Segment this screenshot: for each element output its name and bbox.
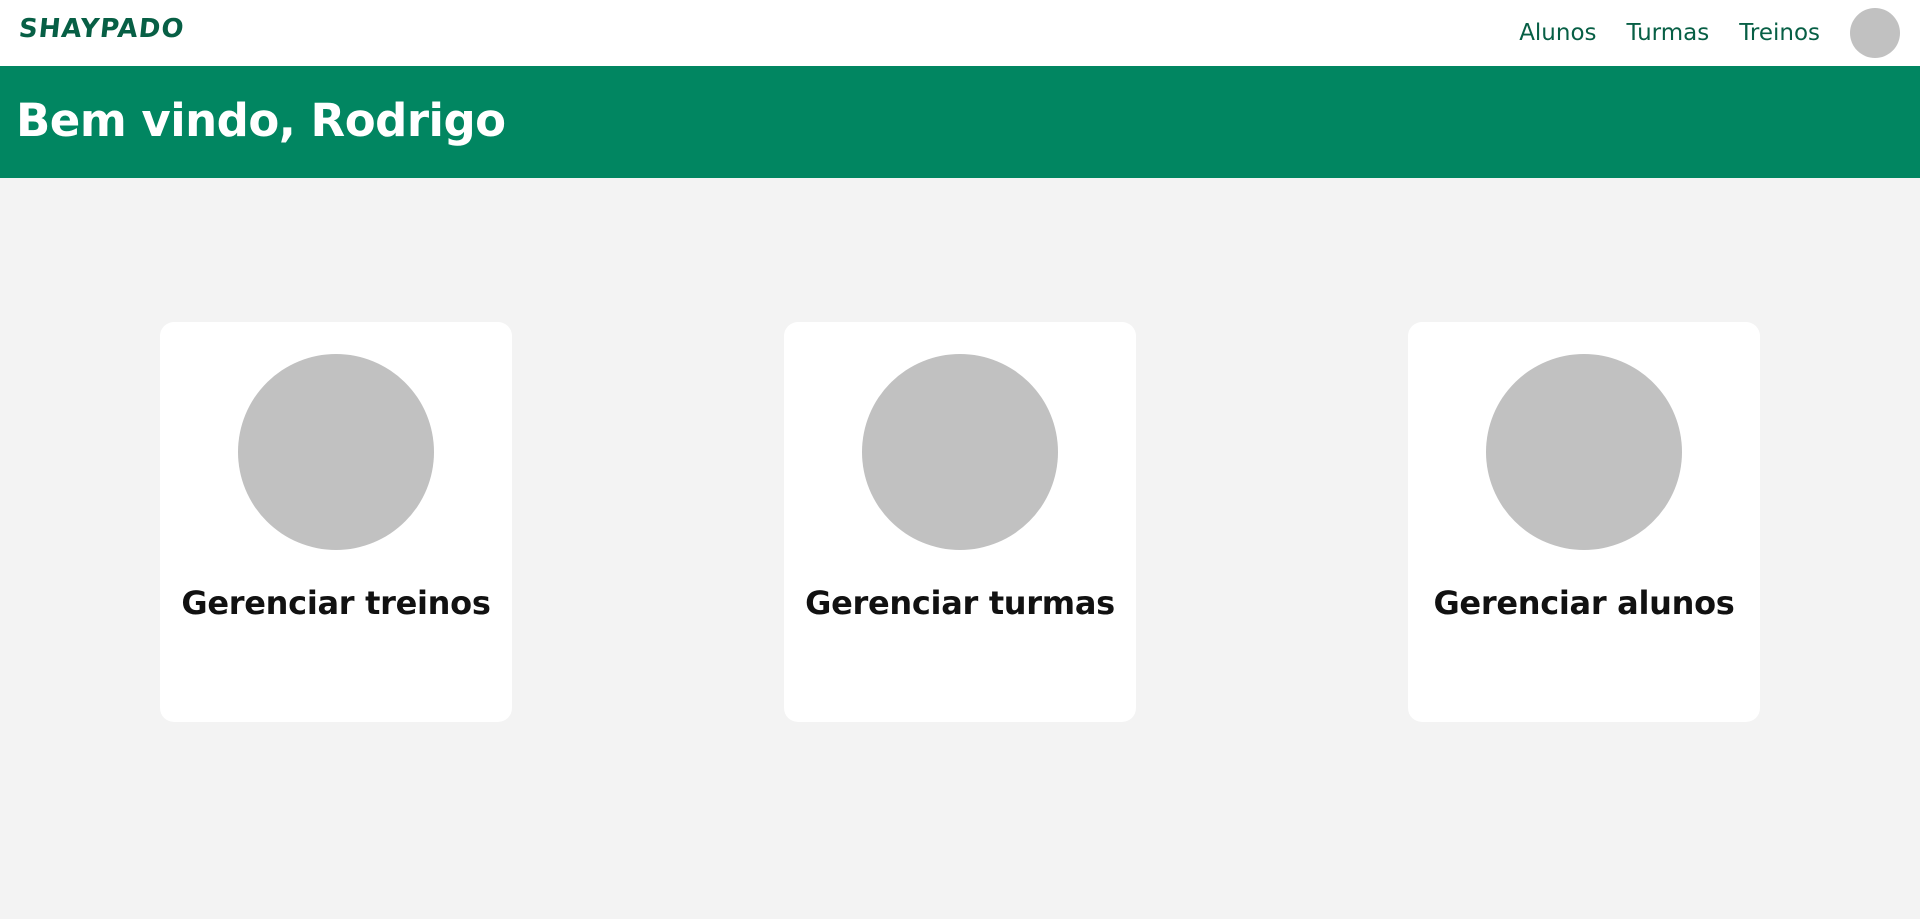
image-placeholder-icon: [1486, 354, 1682, 550]
page-title: Bem vindo, Rodrigo: [16, 94, 506, 147]
nav-link-alunos[interactable]: Alunos: [1519, 20, 1596, 46]
welcome-banner: Bem vindo, Rodrigo: [0, 66, 1920, 178]
logo[interactable]: SHAYPADO: [17, 14, 186, 44]
card-manage-students[interactable]: Gerenciar alunos: [1408, 322, 1760, 722]
user-avatar-icon[interactable]: [1850, 8, 1900, 58]
card-manage-classes[interactable]: Gerenciar turmas: [784, 322, 1136, 722]
nav-link-treinos[interactable]: Treinos: [1739, 20, 1820, 46]
main-nav: Alunos Turmas Treinos: [1519, 0, 1920, 66]
image-placeholder-icon: [862, 354, 1058, 550]
top-navbar: SHAYPADO Alunos Turmas Treinos: [0, 0, 1920, 66]
card-label: Gerenciar treinos: [181, 584, 491, 622]
image-placeholder-icon: [238, 354, 434, 550]
card-manage-workouts[interactable]: Gerenciar treinos: [160, 322, 512, 722]
nav-link-turmas[interactable]: Turmas: [1627, 20, 1710, 46]
card-label: Gerenciar alunos: [1433, 584, 1735, 622]
card-label: Gerenciar turmas: [805, 584, 1115, 622]
